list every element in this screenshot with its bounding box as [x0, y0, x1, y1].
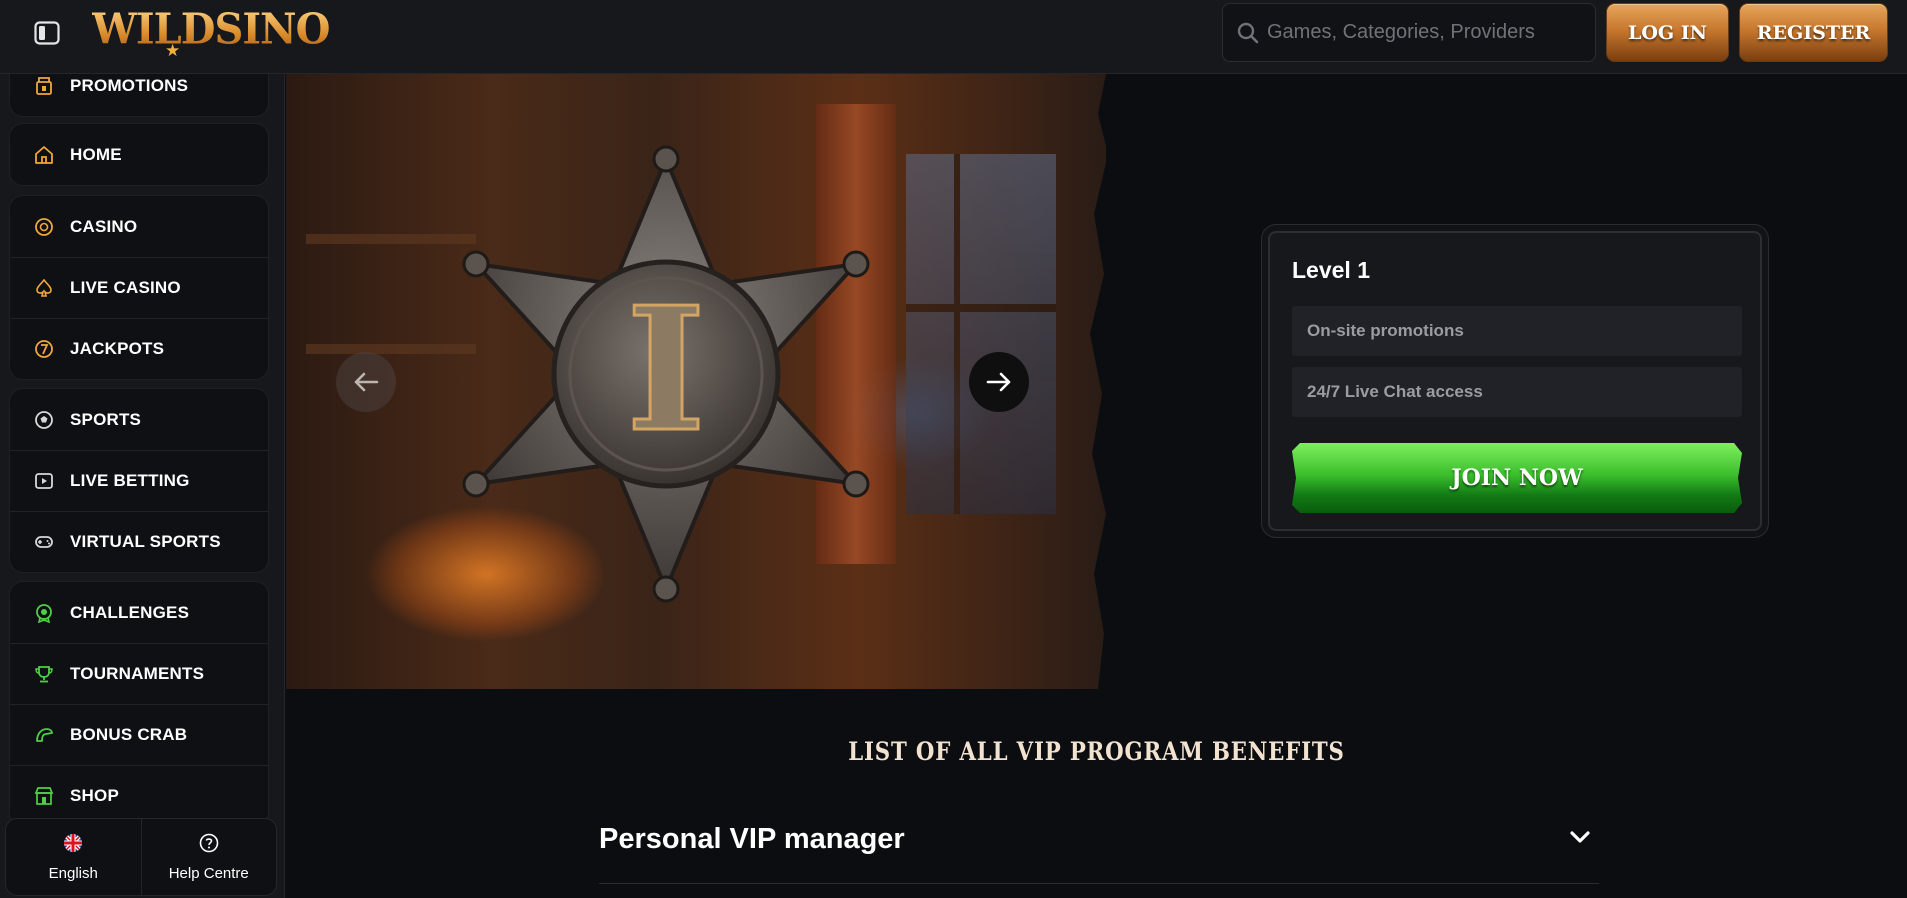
sidebar-item-shop[interactable]: SHOP	[10, 765, 268, 826]
vip-hero: I Level 1 On-site promotions 24/7 Live C…	[286, 74, 1907, 689]
sidebar-toggle-icon[interactable]	[33, 19, 61, 47]
carousel-prev-button[interactable]	[336, 352, 396, 412]
promotions-icon	[34, 76, 54, 96]
carousel-next-button[interactable]	[969, 352, 1029, 412]
perk-item: On-site promotions	[1292, 306, 1742, 356]
sidebar-item-virtual-sports[interactable]: VIRTUAL SPORTS	[10, 511, 268, 572]
sidebar-group-promotions: PROMOTIONS	[9, 74, 269, 117]
sidebar-item-sports[interactable]: SPORTS	[10, 389, 268, 450]
benefits-heading: LIST OF ALL VIP PROGRAM BENEFITS	[848, 737, 1345, 766]
sidebar-group-sports: SPORTS LIVE BETTING VIRTUAL SPORTS	[9, 388, 269, 573]
sidebar-item-label: BONUS CRAB	[70, 725, 188, 744]
chevron-down-icon	[1569, 830, 1591, 849]
vip-level-card: Level 1 On-site promotions 24/7 Live Cha…	[1268, 231, 1762, 531]
spade-icon	[34, 278, 54, 298]
jackpot-seven-icon	[34, 339, 54, 359]
logo-star-icon: ★	[165, 41, 181, 60]
challenge-medal-icon	[34, 603, 54, 623]
help-question-icon	[199, 833, 219, 857]
sidebar-item-live-casino[interactable]: LIVE CASINO	[10, 257, 268, 318]
sidebar-item-label: HOME	[70, 144, 122, 164]
shop-icon	[34, 786, 54, 806]
sidebar-item-label: VIRTUAL SPORTS	[70, 532, 221, 551]
logo-text: WILDSINO	[92, 4, 330, 55]
sidebar-item-promotions[interactable]: PROMOTIONS	[10, 74, 268, 116]
benefit-accordion-item[interactable]: Personal VIP manager	[599, 794, 1599, 884]
sidebar-item-jackpots[interactable]: JACKPOTS	[10, 318, 268, 379]
sidebar-item-label: CHALLENGES	[70, 602, 190, 622]
arrow-right-icon	[986, 372, 1011, 392]
sidebar-item-label: JACKPOTS	[70, 339, 165, 358]
benefit-title: Personal VIP manager	[599, 823, 905, 855]
level-title: Level 1	[1292, 257, 1370, 283]
sidebar-footer: English Help Centre	[5, 818, 277, 896]
sidebar-item-label: SHOP	[70, 786, 119, 805]
help-label: Help Centre	[168, 864, 249, 882]
soccer-ball-icon	[34, 410, 54, 430]
casino-chip-icon	[34, 217, 54, 237]
sidebar-item-label: LIVE BETTING	[70, 471, 190, 490]
main-content: I Level 1 On-site promotions 24/7 Live C…	[286, 74, 1907, 898]
gamepad-icon	[34, 532, 54, 552]
sidebar-item-home[interactable]: HOME	[10, 124, 268, 185]
vip-level-banner-image: I	[286, 74, 1106, 689]
sidebar-item-bonus-crab[interactable]: BONUS CRAB	[10, 704, 268, 765]
sheriff-star-badge-icon: I	[462, 145, 870, 603]
crab-claw-icon	[34, 725, 54, 745]
top-header: WILDSINO ★ LOG IN REGISTER	[0, 0, 1907, 74]
search-icon	[1237, 22, 1259, 49]
arrow-left-icon	[354, 372, 379, 392]
sidebar-item-tournaments[interactable]: TOURNAMENTS	[10, 643, 268, 704]
sidebar-group-casino: CASINO LIVE CASINO JACKPOTS	[9, 195, 269, 380]
search-box[interactable]	[1222, 3, 1596, 62]
badge-numeral: I	[626, 270, 706, 470]
sidebar-item-casino[interactable]: CASINO	[10, 196, 268, 257]
wildsino-logo[interactable]: WILDSINO ★	[92, 4, 330, 60]
uk-flag-icon	[63, 833, 83, 857]
login-button[interactable]: LOG IN	[1606, 3, 1729, 62]
cabin-window	[906, 154, 1056, 514]
sidebar-item-label: PROMOTIONS	[70, 75, 189, 95]
perk-item: 24/7 Live Chat access	[1292, 367, 1742, 417]
sidebar-item-label: LIVE CASINO	[70, 278, 181, 297]
language-label: English	[48, 864, 98, 882]
sidebar-group-rewards: CHALLENGES TOURNAMENTS BONUS CRAB SHOP	[9, 581, 269, 827]
sidebar-item-challenges[interactable]: CHALLENGES	[10, 582, 268, 643]
register-button[interactable]: REGISTER	[1739, 3, 1888, 62]
sidebar-item-label: SPORTS	[70, 409, 142, 429]
home-icon	[34, 145, 54, 165]
sidebar: PROMOTIONS HOME CASINO LIVE CASINO JACKP…	[0, 74, 285, 898]
sidebar-item-label: TOURNAMENTS	[70, 664, 205, 683]
search-input[interactable]	[1267, 4, 1587, 61]
trophy-icon	[34, 664, 54, 684]
sidebar-item-label: CASINO	[70, 216, 138, 236]
sidebar-group-home: HOME	[9, 123, 269, 186]
live-play-icon	[34, 471, 54, 491]
sidebar-item-live-betting[interactable]: LIVE BETTING	[10, 450, 268, 511]
language-selector[interactable]: English	[6, 819, 141, 895]
join-now-button[interactable]: JOIN NOW	[1292, 443, 1742, 513]
help-centre-link[interactable]: Help Centre	[140, 819, 277, 895]
